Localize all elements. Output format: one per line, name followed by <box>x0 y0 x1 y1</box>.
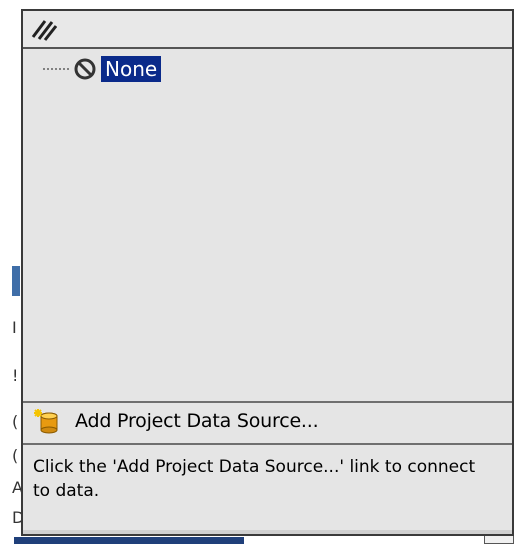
screen: I ! ( ( A D None Add Project Data Source… <box>0 0 525 544</box>
popup-header <box>23 11 512 49</box>
background-taskbar-fragment <box>14 537 244 544</box>
background-control-fragment <box>484 535 514 544</box>
tree-connector-line <box>43 68 69 70</box>
add-project-data-source-link[interactable]: Add Project Data Source... <box>23 403 512 439</box>
background-text-fragment: ! <box>12 366 19 385</box>
none-circle-slash-icon <box>74 58 96 80</box>
background-text-fragment: I <box>12 318 17 337</box>
background-text-fragment: ( <box>12 412 19 431</box>
divider <box>23 443 512 445</box>
popup-bottom-edge <box>23 530 512 534</box>
add-link-label[interactable]: Add Project Data Source... <box>75 410 319 432</box>
database-add-icon <box>34 409 58 434</box>
background-text-fragment: ( <box>12 446 19 465</box>
background-blue-fragment <box>12 266 20 296</box>
tree-item-none[interactable]: None <box>43 55 162 83</box>
help-text: Click the 'Add Project Data Source...' l… <box>33 457 476 501</box>
data-source-tree[interactable]: None <box>23 49 512 401</box>
resize-grip-icon[interactable] <box>31 17 57 41</box>
data-source-picker-popup: None Add Project Data Source... Click th… <box>21 9 514 536</box>
tree-item-label[interactable]: None <box>101 56 162 82</box>
